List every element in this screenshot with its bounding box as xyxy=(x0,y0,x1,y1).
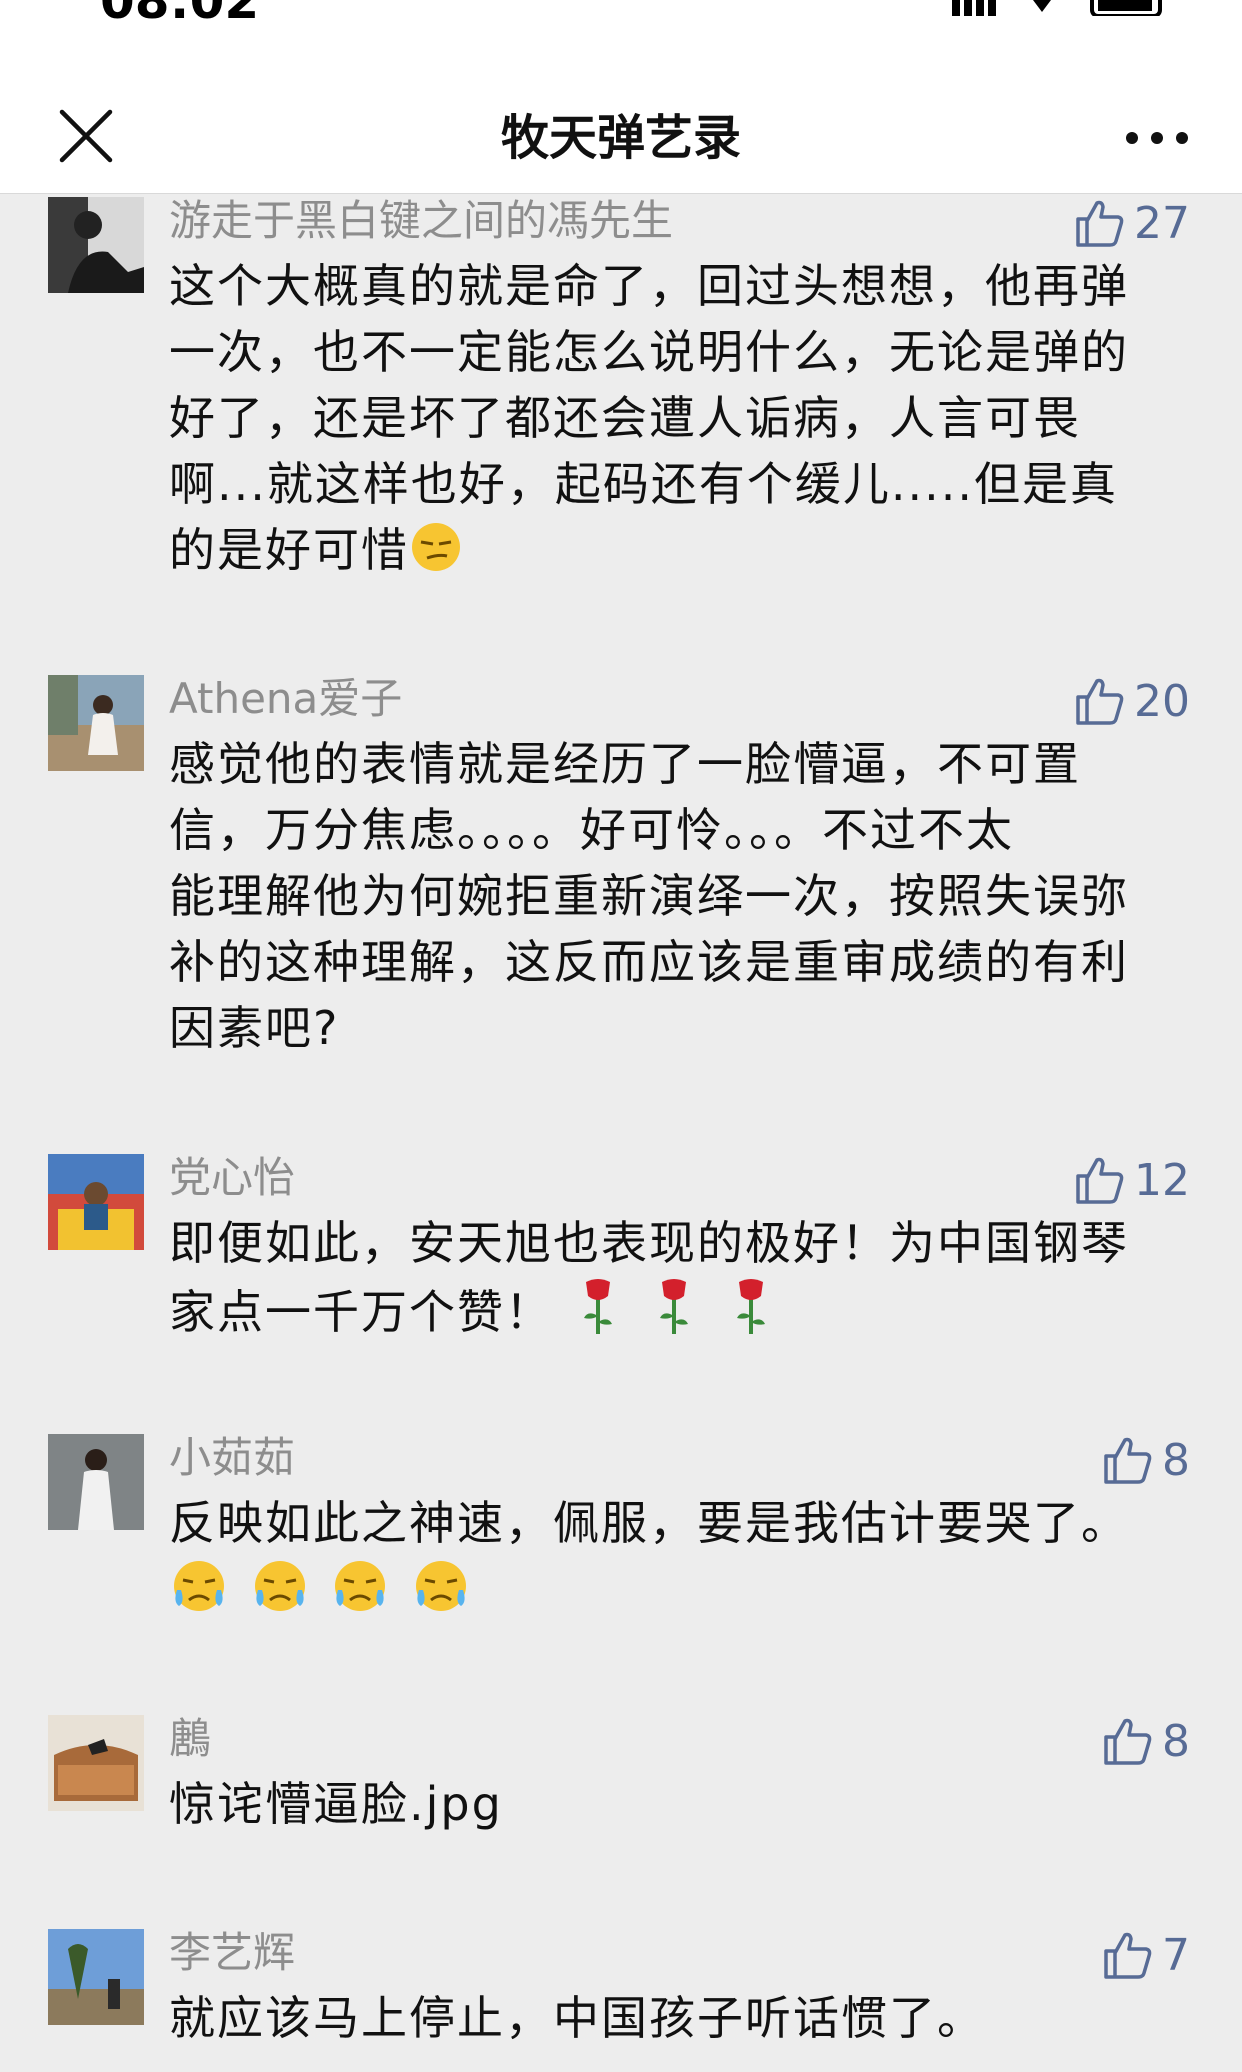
like-count: 7 xyxy=(1162,1929,1190,1981)
status-time: 08:02 xyxy=(100,0,260,30)
comment-line: 惊诧懵逼脸.jpg xyxy=(169,1777,503,1831)
comment-line: 补的这种理解，这反而应该是重审成绩的有利 xyxy=(169,935,1129,989)
comment-line: 好了，还是坏了都还会遭人诟病，人言可畏 xyxy=(169,391,1081,445)
comment-text: 惊诧懵逼脸.jpg xyxy=(169,1771,1189,1837)
comment-list: 游走于黑白键之间的馮先生 27 这个大概真的就是命了，回过头想想，他再弹 一次，… xyxy=(0,195,1242,2072)
like-button[interactable]: 8 xyxy=(1102,1713,1190,1769)
more-icon xyxy=(1126,132,1188,144)
comment-text: 反映如此之神速，佩服，要是我估计要哭了。 xyxy=(169,1490,1189,1625)
like-button[interactable]: 8 xyxy=(1102,1432,1190,1488)
comment-line: 的是好可惜 xyxy=(169,523,409,577)
comment-text: 即便如此，安天旭也表现的极好！为中国钢琴 家点一千万个赞！ xyxy=(169,1210,1189,1345)
like-button[interactable]: 7 xyxy=(1102,1927,1190,1983)
rose-emoji xyxy=(736,1279,765,1334)
thumbs-up-icon xyxy=(1076,1157,1124,1204)
comment-text: 感觉他的表情就是经历了一脸懵逼，不可置 信，万分焦虑。。。。好可怜。。。不过不太… xyxy=(169,731,1189,1061)
comment-text: 就应该马上停止，中国孩子听话惯了。 xyxy=(169,1985,1189,2051)
commenter-name: 党心怡 xyxy=(169,1153,296,1202)
avatar[interactable] xyxy=(48,1929,144,2025)
top-nav-bar: 牧天弹艺录 xyxy=(0,40,1242,194)
avatar[interactable] xyxy=(48,1154,144,1250)
crying-emoji xyxy=(415,1561,466,1611)
like-button[interactable]: 12 xyxy=(1074,1152,1190,1208)
crying-emoji xyxy=(254,1561,305,1611)
comment-line: 感觉他的表情就是经历了一脸懵逼，不可置 xyxy=(169,737,1081,791)
comment-line: 家点一千万个赞！ xyxy=(169,1285,553,1339)
avatar[interactable] xyxy=(48,197,144,293)
thumbs-up-icon xyxy=(1104,1932,1152,1979)
more-button[interactable] xyxy=(1122,118,1192,158)
commenter-name: 小茹茹 xyxy=(169,1433,296,1482)
commenter-name: 游走于黑白键之间的馮先生 xyxy=(169,196,674,245)
crying-emoji xyxy=(335,1561,386,1611)
commenter-name: Athena爱子 xyxy=(169,674,403,723)
comment-line: 信，万分焦虑。。。。好可怜。。。不过不太 xyxy=(169,803,1014,857)
avatar[interactable] xyxy=(48,1715,144,1811)
like-count: 20 xyxy=(1134,675,1190,727)
thumbs-up-icon xyxy=(1076,200,1124,247)
smirk-emoji xyxy=(412,523,460,571)
commenter-name: 鶶 xyxy=(169,1714,212,1763)
thumbs-up-icon xyxy=(1104,1437,1152,1484)
thumbs-up-icon xyxy=(1076,678,1124,725)
comment-line: 反映如此之神速，佩服，要是我估计要哭了。 xyxy=(169,1496,1129,1550)
like-button[interactable]: 20 xyxy=(1074,673,1190,729)
crying-emoji xyxy=(174,1561,224,1611)
thumbs-up-icon xyxy=(1104,1718,1152,1765)
page-title: 牧天弹艺录 xyxy=(500,110,741,166)
commenter-name: 李艺辉 xyxy=(169,1928,296,1977)
like-count: 27 xyxy=(1134,197,1190,249)
comment-line: 这个大概真的就是命了，回过头想想，他再弹 xyxy=(169,259,1129,313)
comment-line: 因素吧? xyxy=(169,1001,340,1055)
like-count: 12 xyxy=(1134,1154,1190,1206)
comment-line: 一次，也不一定能怎么说明什么，无论是弹的 xyxy=(169,325,1129,379)
like-button[interactable]: 27 xyxy=(1074,195,1190,251)
comment-text: 这个大概真的就是命了，回过头想想，他再弹 一次，也不一定能怎么说明什么，无论是弹… xyxy=(169,253,1189,583)
status-bar: 08:02 xyxy=(0,0,1242,40)
comment-line: 啊...就这样也好，起码还有个缓儿.....但是真 xyxy=(169,457,1118,511)
rose-emoji xyxy=(583,1279,612,1334)
status-icons xyxy=(952,0,1162,16)
avatar[interactable] xyxy=(48,1434,144,1530)
rose-emoji xyxy=(660,1279,689,1334)
avatar[interactable] xyxy=(48,675,144,771)
comment-line: 即便如此，安天旭也表现的极好！为中国钢琴 xyxy=(169,1216,1129,1270)
comment-line: 就应该马上停止，中国孩子听话惯了。 xyxy=(169,1991,985,2045)
like-count: 8 xyxy=(1162,1434,1190,1486)
comment-line: 能理解他为何婉拒重新演绎一次，按照失误弥 xyxy=(169,869,1129,923)
like-count: 8 xyxy=(1162,1715,1190,1767)
